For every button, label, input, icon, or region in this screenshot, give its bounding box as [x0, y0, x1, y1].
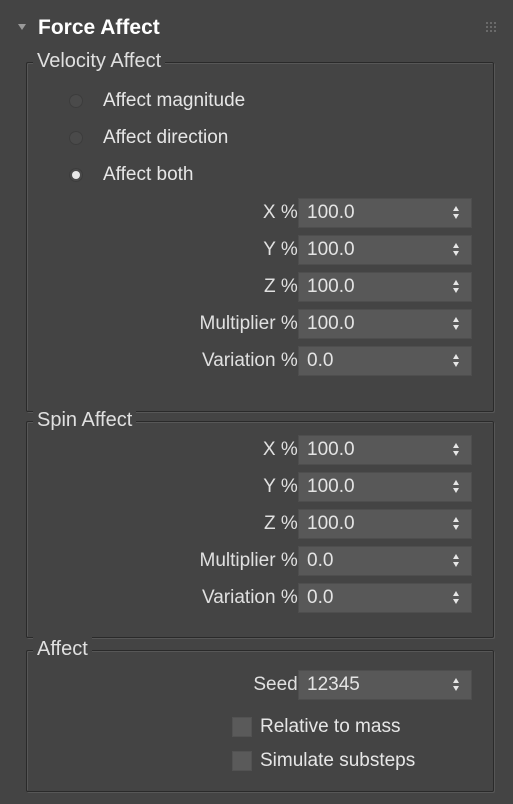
spin-multiplier-spinner[interactable]: 0.0 — [298, 546, 472, 576]
radio-affect-both[interactable]: Affect both — [69, 159, 194, 191]
relative-to-mass-checkbox[interactable] — [232, 717, 252, 737]
spinner-value[interactable]: 0.0 — [299, 550, 451, 572]
spin-z-row: Z %: 100.0 — [27, 508, 493, 540]
check-label: Simulate substeps — [260, 750, 416, 771]
affect-group: Affect Seed: 12345 Relative to mass Simu… — [26, 637, 494, 792]
check-label: Relative to mass — [260, 716, 401, 737]
simulate-substeps-checkbox[interactable] — [232, 751, 252, 771]
velocity-multiplier-row: Multiplier %: 100.0 — [27, 308, 493, 340]
radio-button-selected[interactable] — [69, 168, 83, 182]
radio-affect-magnitude[interactable]: Affect magnitude — [69, 85, 245, 117]
velocity-affect-group: Velocity Affect Affect magnitude Affect … — [26, 49, 494, 412]
spinner-arrows-icon[interactable] — [451, 479, 463, 495]
spin-x-row: X %: 100.0 — [27, 434, 493, 466]
affect-title: Affect — [33, 637, 92, 661]
spinner-value[interactable]: 100.0 — [299, 313, 451, 335]
spinner-arrows-icon[interactable] — [451, 205, 463, 221]
velocity-affect-title: Velocity Affect — [33, 49, 166, 73]
rollout-title: Force Affect — [38, 16, 160, 39]
field-label: Multiplier %: — [199, 313, 303, 334]
spin-variation-spinner[interactable]: 0.0 — [298, 583, 472, 613]
spinner-arrows-icon[interactable] — [451, 316, 463, 332]
spin-y-spinner[interactable]: 100.0 — [298, 472, 472, 502]
spin-variation-row: Variation %: 0.0 — [27, 582, 493, 614]
spinner-arrows-icon[interactable] — [451, 677, 463, 693]
spinner-arrows-icon[interactable] — [451, 553, 463, 569]
spin-affect-group: Spin Affect X %: 100.0 Y %: 100.0 Z %: 1… — [26, 408, 494, 638]
spin-affect-title: Spin Affect — [33, 408, 137, 432]
radio-label: Affect magnitude — [103, 90, 246, 111]
seed-spinner[interactable]: 12345 — [298, 670, 472, 700]
spinner-arrows-icon[interactable] — [451, 590, 463, 606]
spinner-arrows-icon[interactable] — [451, 279, 463, 295]
spinner-arrows-icon[interactable] — [451, 442, 463, 458]
velocity-z-row: Z %: 100.0 — [27, 271, 493, 303]
spinner-value[interactable]: 12345 — [299, 674, 451, 696]
spinner-value[interactable]: 100.0 — [299, 476, 451, 498]
spinner-value[interactable]: 0.0 — [299, 350, 451, 372]
field-label: X %: — [262, 202, 303, 223]
velocity-variation-row: Variation %: 0.0 — [27, 345, 493, 377]
drag-grip-icon[interactable] — [486, 22, 496, 32]
velocity-multiplier-spinner[interactable]: 100.0 — [298, 309, 472, 339]
field-label: Multiplier %: — [199, 550, 303, 571]
spin-x-spinner[interactable]: 100.0 — [298, 435, 472, 465]
simulate-substeps-row[interactable]: Simulate substeps — [232, 745, 415, 777]
relative-to-mass-row[interactable]: Relative to mass — [232, 711, 400, 743]
force-affect-rollout: Force Affect Velocity Affect Affect magn… — [8, 8, 506, 798]
spinner-value[interactable]: 100.0 — [299, 202, 451, 224]
spinner-value[interactable]: 100.0 — [299, 439, 451, 461]
velocity-x-row: X %: 100.0 — [27, 197, 493, 229]
collapse-triangle-icon[interactable] — [18, 24, 26, 30]
seed-label: Seed: — [253, 674, 303, 695]
field-label: Variation %: — [201, 350, 303, 371]
spin-multiplier-row: Multiplier %: 0.0 — [27, 545, 493, 577]
velocity-y-row: Y %: 100.0 — [27, 234, 493, 266]
field-label: X %: — [262, 439, 303, 460]
radio-label: Affect both — [103, 164, 194, 185]
velocity-variation-spinner[interactable]: 0.0 — [298, 346, 472, 376]
rollout-header[interactable]: Force Affect — [8, 8, 506, 48]
velocity-x-spinner[interactable]: 100.0 — [298, 198, 472, 228]
radio-label: Affect direction — [103, 127, 229, 148]
seed-row: Seed: 12345 — [27, 669, 493, 701]
spinner-value[interactable]: 100.0 — [299, 276, 451, 298]
spinner-value[interactable]: 0.0 — [299, 587, 451, 609]
spinner-value[interactable]: 100.0 — [299, 513, 451, 535]
spinner-arrows-icon[interactable] — [451, 242, 463, 258]
spinner-arrows-icon[interactable] — [451, 516, 463, 532]
radio-affect-direction[interactable]: Affect direction — [69, 122, 228, 154]
spin-z-spinner[interactable]: 100.0 — [298, 509, 472, 539]
spinner-arrows-icon[interactable] — [451, 353, 463, 369]
velocity-y-spinner[interactable]: 100.0 — [298, 235, 472, 265]
velocity-z-spinner[interactable]: 100.0 — [298, 272, 472, 302]
radio-button[interactable] — [69, 94, 83, 108]
field-label: Variation %: — [201, 587, 303, 608]
spinner-value[interactable]: 100.0 — [299, 239, 451, 261]
spin-y-row: Y %: 100.0 — [27, 471, 493, 503]
radio-button[interactable] — [69, 131, 83, 145]
